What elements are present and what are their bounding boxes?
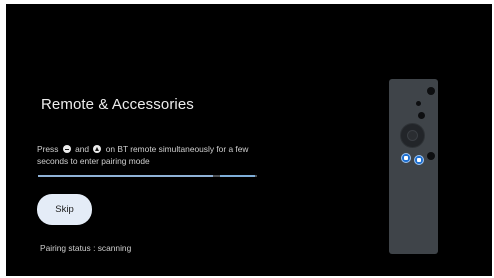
pairing-instructions: Press and on BT remote simultaneously fo… bbox=[37, 144, 267, 167]
instructions-text-1: Press bbox=[37, 144, 59, 154]
page-title: Remote & Accessories bbox=[41, 96, 194, 113]
home-button-icon bbox=[93, 145, 102, 153]
remote-mic-button bbox=[416, 101, 421, 106]
remote-power-button bbox=[427, 87, 435, 95]
progress-fill bbox=[38, 175, 214, 177]
remote-right-button bbox=[427, 152, 435, 160]
progress-fill-secondary bbox=[219, 175, 255, 177]
remote-home-button-highlight bbox=[414, 155, 424, 165]
remote-dpad-center bbox=[407, 130, 418, 141]
remote-illustration bbox=[389, 79, 438, 254]
pairing-screen: Remote & Accessories Press and on BT rem… bbox=[6, 4, 492, 276]
remote-dpad bbox=[400, 123, 425, 148]
remote-top-button bbox=[418, 112, 425, 119]
back-button-icon bbox=[62, 145, 71, 153]
pairing-progress-bar bbox=[38, 175, 257, 177]
skip-button[interactable]: Skip bbox=[37, 194, 92, 225]
instructions-text-2: and bbox=[75, 144, 90, 154]
pairing-status: Pairing status : scanning bbox=[40, 243, 132, 253]
remote-back-button-highlight bbox=[401, 153, 411, 163]
